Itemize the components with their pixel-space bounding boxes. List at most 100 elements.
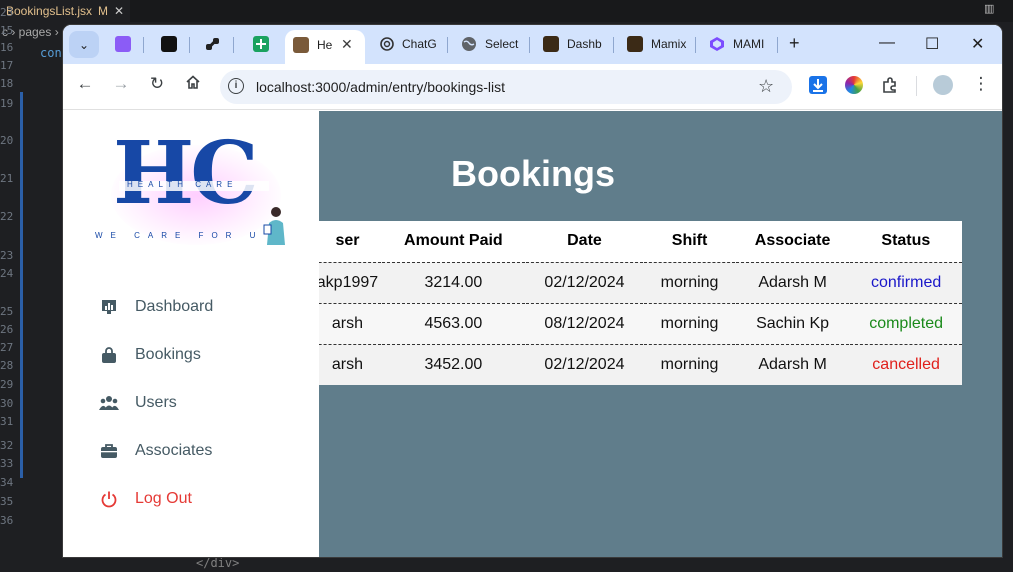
column-header-associate: Associate xyxy=(735,221,850,262)
screen: BookingsList.jsx M ✕ ▥ c › pages › con 2… xyxy=(0,0,1013,572)
column-header-date: Date xyxy=(525,221,644,262)
crown-icon[interactable] xyxy=(115,36,131,52)
page-title: Bookings xyxy=(451,153,616,194)
dashboard-favicon-icon[interactable] xyxy=(543,36,559,52)
sidebar: HC HEALTH CARE WE CARE FOR U Dashboard B… xyxy=(63,111,319,557)
line-number: 30 xyxy=(0,397,14,410)
line-number: 23 xyxy=(0,249,14,262)
chart-icon xyxy=(99,297,119,317)
browser-toolbar: ← → ↻ i ☆ ⋮ xyxy=(63,64,1002,110)
editor-tab-modified: M xyxy=(98,4,109,18)
mami-favicon-icon[interactable] xyxy=(709,36,725,52)
tab-title[interactable]: ChatG xyxy=(402,37,438,51)
tab-search-button[interactable]: ⌄ xyxy=(69,31,99,58)
sidebar-item-associates[interactable]: Associates xyxy=(63,431,319,471)
tab-strip: ⌄ He ✕ ChatG Select Dashb Mamix MAMI + —… xyxy=(63,25,1002,64)
cell-shift: morning xyxy=(660,273,719,291)
cell-shift: morning xyxy=(660,314,719,332)
tab-divider xyxy=(189,37,190,53)
editor-code-line: con xyxy=(40,46,62,60)
ui-app-icon[interactable] xyxy=(161,36,177,52)
sidebar-item-logout[interactable]: Log Out xyxy=(63,479,319,519)
tab-active[interactable]: He ✕ xyxy=(285,30,365,64)
mamix-favicon-icon[interactable] xyxy=(627,36,643,52)
cell-amount: 3452.00 xyxy=(424,355,483,373)
profile-avatar[interactable] xyxy=(933,75,953,95)
layout-icon[interactable]: ▥ xyxy=(984,2,994,15)
address-bar[interactable]: i ☆ xyxy=(220,70,792,104)
sidebar-item-label: Bookings xyxy=(135,346,201,363)
cell-date: 02/12/2024 xyxy=(544,273,625,291)
close-icon[interactable]: ✕ xyxy=(341,36,353,53)
site-favicon-icon xyxy=(293,37,309,53)
info-icon[interactable]: i xyxy=(228,78,244,94)
globe-icon[interactable] xyxy=(461,36,477,52)
tab-title[interactable]: MAMI xyxy=(733,37,769,51)
table-header-row: ser Amount Paid Date Shift Associate Sta… xyxy=(283,221,962,262)
health-care-logo[interactable]: HC HEALTH CARE WE CARE FOR U xyxy=(91,131,291,254)
line-number: 23 xyxy=(0,6,14,19)
chevron-down-icon: ⌄ xyxy=(78,37,90,52)
line-number: 32 xyxy=(0,439,14,452)
column-header-status: Status xyxy=(849,221,962,262)
editor-change-marker xyxy=(20,92,23,478)
sidebar-item-dashboard[interactable]: Dashboard xyxy=(63,287,319,327)
line-number: 15 xyxy=(0,24,14,37)
bookmark-star-icon[interactable]: ☆ xyxy=(758,76,774,97)
url-input[interactable] xyxy=(256,77,736,97)
tab-title: He xyxy=(317,38,333,52)
window-close-icon[interactable]: ✕ xyxy=(971,34,984,54)
more-menu-icon[interactable]: ⋮ xyxy=(969,74,993,94)
color-picker-extension-icon[interactable] xyxy=(845,76,863,94)
line-number: 20 xyxy=(0,134,14,147)
forward-arrow-icon[interactable]: → xyxy=(109,74,133,94)
extensions-puzzle-icon[interactable] xyxy=(881,76,899,94)
bag-icon xyxy=(99,345,119,365)
line-number: 25 xyxy=(0,305,14,318)
line-number: 24 xyxy=(0,267,14,280)
cell-associate: Sachin Kp xyxy=(756,314,830,332)
status-badge: completed xyxy=(869,314,944,332)
line-number: 22 xyxy=(0,210,14,223)
users-icon xyxy=(99,393,119,413)
tab-divider xyxy=(143,37,144,53)
line-number: 34 xyxy=(0,476,14,489)
tab-title[interactable]: Mamix xyxy=(651,37,687,51)
chatgpt-icon[interactable] xyxy=(379,36,395,52)
sidebar-item-users[interactable]: Users xyxy=(63,383,319,423)
browser-window: ⌄ He ✕ ChatG Select Dashb Mamix MAMI + —… xyxy=(63,25,1002,557)
cell-amount: 3214.00 xyxy=(424,273,483,291)
line-number: 16 xyxy=(0,41,14,54)
table-row: akp1997 3214.00 02/12/2024 morning Adars… xyxy=(283,262,962,303)
toolbar-divider xyxy=(916,76,917,96)
logo-mark: HC xyxy=(113,123,259,224)
download-icon[interactable] xyxy=(809,76,827,94)
line-number: 27 xyxy=(0,341,14,354)
line-number: 29 xyxy=(0,378,14,391)
nurse-figure-icon xyxy=(263,207,285,245)
editor-tab-bar: BookingsList.jsx M ✕ ▥ xyxy=(0,0,1013,22)
line-number: 26 xyxy=(0,323,14,336)
tab-divider xyxy=(613,37,614,53)
tab-divider xyxy=(233,37,234,53)
tab-divider xyxy=(777,37,778,53)
editor-code-line: </div> xyxy=(196,556,240,570)
close-icon[interactable]: ✕ xyxy=(114,0,124,22)
tab-title[interactable]: Select xyxy=(485,37,521,51)
home-icon[interactable] xyxy=(181,74,205,95)
reload-icon[interactable]: ↻ xyxy=(145,74,169,94)
new-tab-button[interactable]: + xyxy=(789,33,800,54)
column-header-shift: Shift xyxy=(643,221,736,262)
editor-tab[interactable]: BookingsList.jsx M ✕ xyxy=(0,0,131,22)
minimize-icon[interactable]: — xyxy=(879,34,895,52)
sidebar-item-bookings[interactable]: Bookings xyxy=(63,335,319,375)
power-icon xyxy=(99,489,119,509)
maximize-icon[interactable]: ☐ xyxy=(925,34,939,54)
tab-divider xyxy=(695,37,696,53)
back-arrow-icon[interactable]: ← xyxy=(73,74,97,94)
app-page: Bookings ser Amount Paid Date Shift Asso… xyxy=(63,111,1002,557)
tab-title[interactable]: Dashb xyxy=(567,37,605,51)
sheets-icon[interactable] xyxy=(253,36,269,52)
link-app-icon[interactable] xyxy=(205,36,221,52)
line-number: 31 xyxy=(0,415,14,428)
